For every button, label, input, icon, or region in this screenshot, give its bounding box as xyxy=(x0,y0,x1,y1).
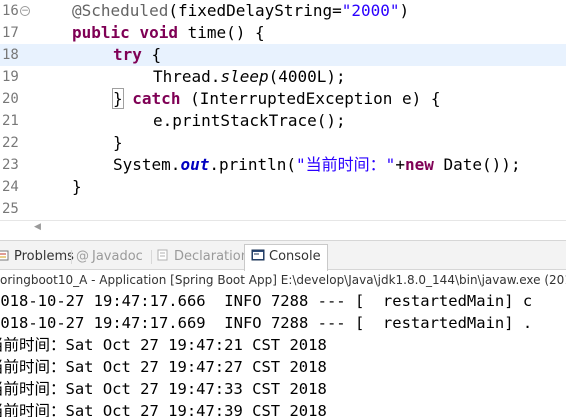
code-line-22[interactable]: 22 } xyxy=(0,132,566,154)
code-line-21[interactable]: 21 e.printStackTrace(); xyxy=(0,110,566,132)
console-output[interactable]: 2018-10-27 19:47:17.666 INFO 7288 --- [ … xyxy=(0,290,566,417)
code-line-19[interactable]: 19 Thread.sleep(4000L); xyxy=(0,66,566,88)
scroll-left-icon[interactable]: ◀ xyxy=(34,222,41,232)
code-line-25[interactable]: 25 xyxy=(0,198,566,220)
code-line-16[interactable]: 16 − @Scheduled(fixedDelayString="2000") xyxy=(0,0,566,22)
code-editor[interactable]: 16 − @Scheduled(fixedDelayString="2000")… xyxy=(0,0,566,220)
console-line: 2018-10-27 19:47:17.669 INFO 7288 --- [ … xyxy=(0,314,533,332)
code-text: } xyxy=(72,177,82,196)
code-text: e.printStackTrace(); xyxy=(153,111,346,130)
at-icon: @ xyxy=(76,249,89,264)
code-line-20[interactable]: 20 } catch (InterruptedException e) { xyxy=(0,88,566,110)
console-line: 2018-10-27 19:47:17.666 INFO 7288 --- [ … xyxy=(0,292,533,310)
tab-declaration[interactable]: Declaration xyxy=(156,245,249,269)
line-number: 17 xyxy=(2,25,19,41)
problems-icon xyxy=(0,250,9,261)
code-text: public void time() { xyxy=(72,23,265,42)
code-text: Thread.sleep(4000L); xyxy=(153,67,346,86)
line-number: 18 xyxy=(2,47,19,63)
code-text: try { xyxy=(113,45,162,64)
tab-separator xyxy=(71,250,72,264)
tab-problems[interactable]: Problems xyxy=(0,245,74,269)
console-icon xyxy=(251,249,265,261)
line-number: 21 xyxy=(2,113,19,129)
code-text: } xyxy=(113,133,123,152)
code-text: @Scheduled(fixedDelayString="2000") xyxy=(72,1,410,20)
line-number: 19 xyxy=(2,69,19,85)
console-process-label: oringboot10_A - Application [Spring Boot… xyxy=(0,273,566,287)
line-number: 24 xyxy=(2,179,19,195)
fold-toggle-icon[interactable]: − xyxy=(20,6,30,16)
line-number: 20 xyxy=(2,91,19,107)
console-line: 当前时间：Sat Oct 27 19:47:39 CST 2018 xyxy=(0,402,327,417)
code-text: System.out.println("当前时间："+new Date()); xyxy=(113,155,521,174)
code-line-17[interactable]: 17 public void time() { xyxy=(0,22,566,44)
matching-bracket: } xyxy=(112,88,124,109)
code-line-18[interactable]: 18 try { xyxy=(0,44,566,66)
code-text: } catch (InterruptedException e) { xyxy=(112,88,441,109)
tab-separator xyxy=(151,250,152,264)
tab-javadoc[interactable]: @ Javadoc xyxy=(76,245,143,269)
editor-horizontal-scrollbar[interactable]: ◀ xyxy=(0,220,566,234)
code-line-24[interactable]: 24 } xyxy=(0,176,566,198)
code-line-23[interactable]: 23 System.out.println("当前时间："+new Date()… xyxy=(0,154,566,176)
console-line: 当前时间：Sat Oct 27 19:47:33 CST 2018 xyxy=(0,380,327,398)
line-number: 22 xyxy=(2,135,19,151)
declaration-icon xyxy=(157,249,168,261)
bottom-panel-tabs: Problems @ Javadoc Declaration Console xyxy=(0,240,566,271)
console-line: 当前时间：Sat Oct 27 19:47:21 CST 2018 xyxy=(0,336,327,354)
tab-console[interactable]: Console xyxy=(244,244,328,271)
line-number: 23 xyxy=(2,157,19,173)
line-number: 25 xyxy=(2,201,19,217)
console-line: 当前时间：Sat Oct 27 19:47:27 CST 2018 xyxy=(0,358,327,376)
